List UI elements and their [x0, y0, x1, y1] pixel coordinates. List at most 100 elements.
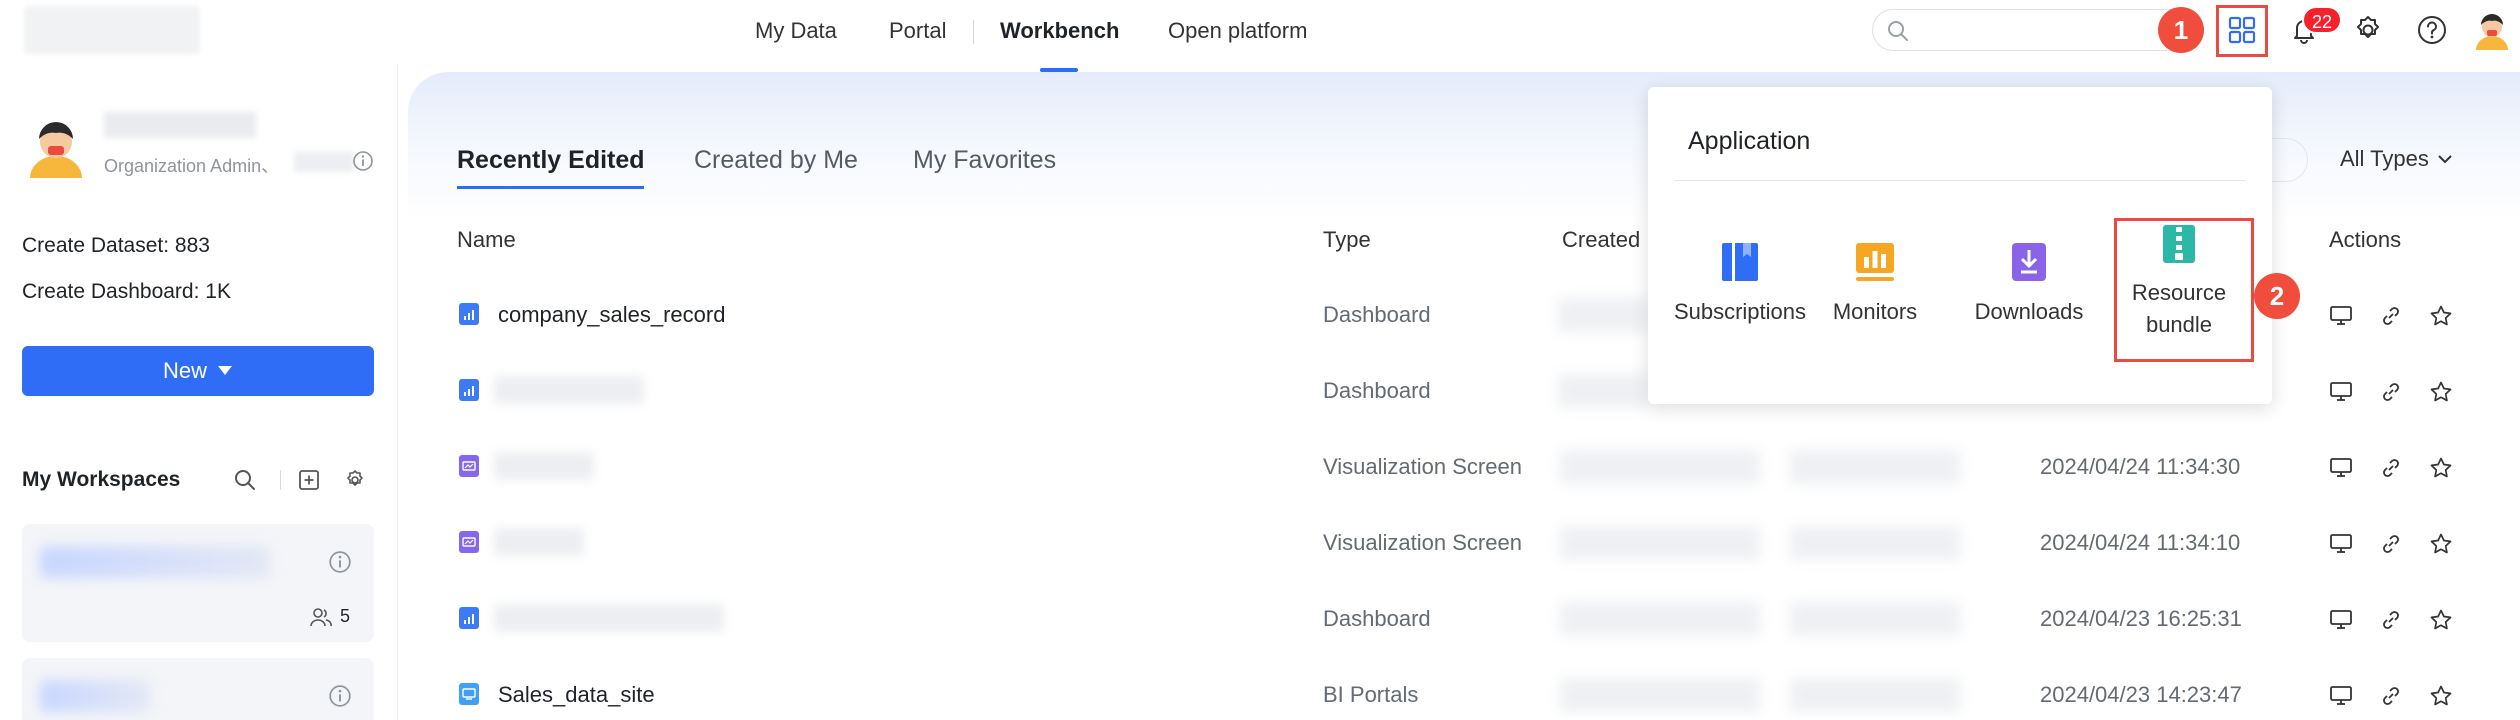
- info-icon[interactable]: [352, 150, 374, 172]
- settings-button[interactable]: [2350, 12, 2386, 48]
- star-icon[interactable]: [2428, 303, 2454, 329]
- row-name[interactable]: Sales_data_site: [498, 682, 655, 708]
- workspace-card[interactable]: [22, 658, 374, 720]
- workspace-info-icon[interactable]: [328, 684, 352, 708]
- settings-icon: [2357, 16, 2379, 38]
- column-header-name: Name: [457, 227, 516, 252]
- profile-org-name: [294, 152, 354, 172]
- tab-recently-edited[interactable]: Recently Edited: [457, 146, 645, 175]
- row-type: BI Portals: [1323, 682, 1419, 707]
- nav-portal[interactable]: Portal: [889, 18, 946, 44]
- row-owner: [1790, 678, 1960, 712]
- row-type: Dashboard: [1323, 606, 1431, 631]
- column-header-actions: Actions: [2329, 227, 2402, 252]
- global-search[interactable]: [1872, 9, 2192, 51]
- workspace-name: [40, 546, 270, 578]
- sidebar: Organization Admin、 Create Dataset: 883 …: [0, 64, 398, 720]
- row-type: Visualization Screen: [1323, 530, 1522, 555]
- preview-icon[interactable]: [2328, 303, 2354, 329]
- link-icon[interactable]: [2378, 455, 2404, 481]
- new-button[interactable]: New: [22, 346, 374, 396]
- workspace-name: [40, 680, 150, 712]
- profile-role: Organization Admin、: [104, 156, 280, 176]
- new-button-label: New: [162, 358, 207, 383]
- star-icon[interactable]: [2428, 455, 2454, 481]
- star-icon[interactable]: [2428, 379, 2454, 405]
- star-icon[interactable]: [2428, 683, 2454, 709]
- nav-workbench[interactable]: Workbench: [1000, 18, 1119, 44]
- workspace-card[interactable]: 5: [22, 524, 374, 642]
- star-icon[interactable]: [2428, 531, 2454, 557]
- link-icon[interactable]: [2378, 303, 2404, 329]
- subscriptions-icon: [1722, 243, 1758, 281]
- profile-avatar[interactable]: [24, 114, 88, 178]
- app-label: Downloads: [1974, 299, 2084, 324]
- row-owner: [1790, 526, 1960, 560]
- row-name[interactable]: [494, 452, 594, 480]
- nav-my-data[interactable]: My Data: [755, 18, 837, 44]
- link-icon[interactable]: [2378, 531, 2404, 557]
- workspace-member-count: 5: [339, 606, 350, 626]
- tab-active-underline: [457, 186, 644, 189]
- visualization-screen-icon: [459, 455, 479, 477]
- add-workspace-icon[interactable]: [297, 468, 321, 492]
- dashboard-icon: [459, 607, 479, 629]
- row-name[interactable]: [494, 604, 724, 632]
- top-bar: My Data Portal Workbench Open platform 1…: [0, 0, 2520, 64]
- stat-create-dashboard: Create Dashboard: 1K: [22, 280, 231, 304]
- row-date: 2024/04/23 14:23:47: [2040, 682, 2242, 707]
- help-button[interactable]: [2414, 12, 2450, 48]
- row-date: 2024/04/24 11:34:10: [2040, 530, 2241, 555]
- resource-bundle-highlight-box: [2114, 218, 2254, 362]
- workspace-info-icon[interactable]: [328, 550, 352, 574]
- row-date: 2024/04/23 16:25:31: [2040, 606, 2242, 631]
- preview-icon[interactable]: [2328, 531, 2354, 557]
- members-icon: [310, 607, 332, 626]
- preview-icon[interactable]: [2328, 455, 2354, 481]
- step-marker-1: 1: [2158, 7, 2204, 53]
- app-monitors[interactable]: Monitors: [1820, 241, 1930, 325]
- avatar[interactable]: [2472, 10, 2512, 50]
- workspace-settings-icon[interactable]: [343, 468, 367, 492]
- tab-my-favorites[interactable]: My Favorites: [913, 146, 1056, 175]
- app-subscriptions[interactable]: Subscriptions: [1670, 241, 1810, 325]
- link-icon[interactable]: [2378, 379, 2404, 405]
- column-header-created: Created: [1562, 227, 1641, 252]
- stat-dataset-value: 883: [174, 234, 210, 257]
- row-owner: [1790, 450, 1960, 484]
- workspace-members: 5: [310, 606, 350, 627]
- row-name[interactable]: [494, 528, 584, 556]
- row-created-by: [1558, 298, 1648, 332]
- my-workspaces-title: My Workspaces: [22, 468, 181, 491]
- search-input[interactable]: [1917, 16, 2167, 44]
- dashboard-icon: [459, 379, 479, 401]
- star-icon[interactable]: [2428, 607, 2454, 633]
- logo[interactable]: [24, 6, 200, 54]
- row-created-by: [1558, 374, 1648, 408]
- caret-down-icon: [218, 366, 232, 375]
- column-header-type: Type: [1323, 227, 1371, 252]
- row-type: Dashboard: [1323, 302, 1431, 327]
- link-icon[interactable]: [2378, 607, 2404, 633]
- stat-create-dataset: Create Dataset: 883: [22, 234, 210, 258]
- type-filter-dropdown[interactable]: All Types: [2340, 146, 2453, 172]
- apps-grid-button[interactable]: [2224, 12, 2260, 48]
- step-marker-2: 2: [2254, 273, 2300, 319]
- preview-icon[interactable]: [2328, 683, 2354, 709]
- app-downloads[interactable]: Downloads: [1964, 241, 2094, 325]
- link-icon[interactable]: [2378, 683, 2404, 709]
- row-created-by: [1560, 450, 1760, 484]
- workspace-divider: [280, 470, 281, 490]
- tab-created-by-me[interactable]: Created by Me: [694, 146, 858, 175]
- row-created-by: [1560, 526, 1760, 560]
- app-label: Subscriptions: [1673, 299, 1807, 324]
- bi-portal-icon: [459, 683, 479, 705]
- notification-badge: 22: [2302, 6, 2342, 34]
- row-name[interactable]: company_sales_record: [498, 302, 725, 328]
- preview-icon[interactable]: [2328, 607, 2354, 633]
- row-name[interactable]: [494, 376, 644, 404]
- preview-icon[interactable]: [2328, 379, 2354, 405]
- nav-open-platform[interactable]: Open platform: [1168, 18, 1307, 44]
- row-created-by: [1560, 602, 1760, 636]
- workspace-search-icon[interactable]: [233, 468, 257, 492]
